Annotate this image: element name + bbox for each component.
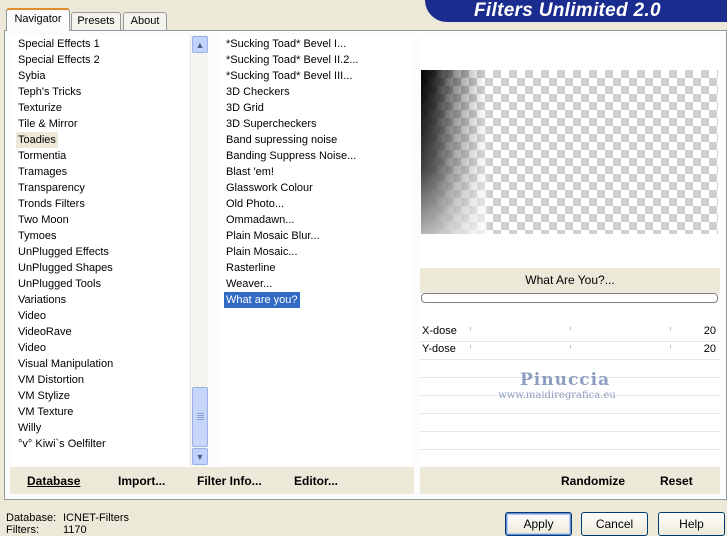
- scroll-thumb[interactable]: [192, 387, 208, 447]
- scroll-down-button[interactable]: ▼: [192, 448, 208, 465]
- param-row[interactable]: X-dose 20: [420, 324, 720, 342]
- category-item[interactable]: °v° Kiwi`s Oelfilter: [16, 436, 108, 452]
- param-row-empty: [420, 450, 720, 468]
- filter-item[interactable]: Blast 'em!: [224, 164, 276, 180]
- import-button[interactable]: Import...: [118, 473, 165, 489]
- reset-button[interactable]: Reset: [660, 473, 693, 489]
- filter-item[interactable]: Old Photo...: [224, 196, 286, 212]
- filter-item[interactable]: Band supressing noise: [224, 132, 339, 148]
- tab-navigator[interactable]: Navigator: [6, 8, 70, 31]
- database-button[interactable]: Database: [27, 473, 80, 489]
- watermark-name: Pinuccia: [520, 370, 611, 390]
- category-item[interactable]: Toadies: [16, 132, 58, 148]
- category-item[interactable]: VideoRave: [16, 324, 74, 340]
- param-row-empty: [420, 432, 720, 450]
- filter-list[interactable]: *Sucking Toad* Bevel I... *Sucking Toad* …: [220, 35, 414, 466]
- filter-item[interactable]: Rasterline: [224, 260, 278, 276]
- watermark-url: www.maidiregrafica.eu: [498, 390, 616, 401]
- filter-info-button[interactable]: Filter Info...: [197, 473, 262, 489]
- category-item[interactable]: Teph's Tricks: [16, 84, 83, 100]
- filters-count-label: Filters:: [6, 524, 39, 536]
- category-item[interactable]: Video: [16, 340, 48, 356]
- category-item[interactable]: Sybia: [16, 68, 48, 84]
- help-button[interactable]: Help: [658, 512, 725, 536]
- category-item[interactable]: Willy: [16, 420, 43, 436]
- category-item[interactable]: VM Stylize: [16, 388, 72, 404]
- param-row[interactable]: Y-dose 20: [420, 342, 720, 360]
- param-label: X-dose: [422, 325, 457, 337]
- category-item[interactable]: Tronds Filters: [16, 196, 87, 212]
- category-item[interactable]: Tramages: [16, 164, 69, 180]
- param-value: 20: [703, 343, 716, 355]
- app-title: Filters Unlimited 2.0: [474, 0, 661, 21]
- filter-item[interactable]: 3D Supercheckers: [224, 116, 319, 132]
- category-item[interactable]: UnPlugged Tools: [16, 276, 103, 292]
- database-value: ICNET-Filters: [63, 512, 129, 524]
- cancel-button[interactable]: Cancel: [581, 512, 648, 536]
- filter-item[interactable]: Ommadawn...: [224, 212, 296, 228]
- filters-count-value: 1170: [63, 524, 87, 536]
- param-row-empty: [420, 414, 720, 432]
- param-label: Y-dose: [422, 343, 456, 355]
- selected-filter-name: What Are You?...: [420, 268, 720, 293]
- category-item[interactable]: Tymoes: [16, 228, 59, 244]
- category-item[interactable]: Transparency: [16, 180, 87, 196]
- category-item[interactable]: Special Effects 1: [16, 36, 102, 52]
- editor-button[interactable]: Editor...: [294, 473, 338, 489]
- category-item[interactable]: Tormentia: [16, 148, 68, 164]
- category-item[interactable]: Video: [16, 308, 48, 324]
- tab-about[interactable]: About: [123, 12, 167, 30]
- filter-item[interactable]: Plain Mosaic...: [224, 244, 300, 260]
- category-item[interactable]: UnPlugged Shapes: [16, 260, 115, 276]
- category-item[interactable]: Tile & Mirror: [16, 116, 79, 132]
- category-item[interactable]: Visual Manipulation: [16, 356, 115, 372]
- category-item[interactable]: VM Distortion: [16, 372, 86, 388]
- filter-item[interactable]: Banding Suppress Noise...: [224, 148, 358, 164]
- filter-item[interactable]: *Sucking Toad* Bevel I...: [224, 36, 348, 52]
- filter-item[interactable]: 3D Grid: [224, 100, 266, 116]
- param-value: 20: [703, 325, 716, 337]
- category-item[interactable]: VM Texture: [16, 404, 75, 420]
- filter-item[interactable]: 3D Checkers: [224, 84, 292, 100]
- scroll-up-button[interactable]: ▲: [192, 36, 208, 53]
- category-scrollbar[interactable]: ▲ ▼: [190, 35, 208, 466]
- apply-button[interactable]: Apply: [505, 512, 572, 536]
- category-item[interactable]: UnPlugged Effects: [16, 244, 111, 260]
- chevron-down-icon: ▼: [195, 451, 205, 462]
- category-item[interactable]: Texturize: [16, 100, 64, 116]
- filter-item[interactable]: *Sucking Toad* Bevel III...: [224, 68, 354, 84]
- filter-item[interactable]: Glasswork Colour: [224, 180, 315, 196]
- progress-bar: [421, 293, 718, 303]
- category-item[interactable]: Two Moon: [16, 212, 71, 228]
- tab-presets[interactable]: Presets: [71, 12, 121, 30]
- category-list[interactable]: Special Effects 1 Special Effects 2 Sybia T…: [10, 35, 190, 466]
- database-label: Database:: [6, 512, 57, 524]
- category-item[interactable]: Variations: [16, 292, 68, 308]
- filter-item[interactable]: *Sucking Toad* Bevel II.2...: [224, 52, 361, 68]
- randomize-button[interactable]: Randomize: [561, 473, 625, 489]
- category-item[interactable]: Special Effects 2: [16, 52, 102, 68]
- filter-item[interactable]: Weaver...: [224, 276, 274, 292]
- filter-item[interactable]: What are you?: [224, 292, 300, 308]
- filter-item[interactable]: Plain Mosaic Blur...: [224, 228, 322, 244]
- chevron-up-icon: ▲: [195, 39, 205, 50]
